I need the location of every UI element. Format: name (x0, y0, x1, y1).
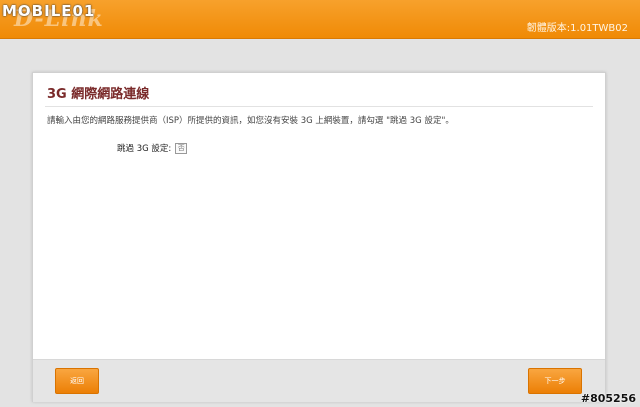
skip-3g-row: 跳過 3G 設定: 否 (117, 142, 188, 154)
wizard-footer: 返回 下一步 (33, 359, 605, 402)
back-button[interactable]: 返回 (55, 368, 99, 394)
skip-3g-checkbox[interactable]: 否 (175, 142, 188, 154)
title-divider (45, 106, 593, 107)
watermark-bottom: #805256 (580, 392, 636, 405)
firmware-version: 韌體版本:1.01TWB02 (526, 23, 628, 34)
top-header: D-Link MOBILE01 韌體版本:1.01TWB02 (0, 0, 640, 39)
watermark-top: MOBILE01 (2, 2, 96, 20)
wizard-panel: 3G 網際網路連線 請輸入由您的網路服務提供商（ISP）所提供的資訊，如您沒有安… (32, 72, 606, 402)
instructions-text: 請輸入由您的網路服務提供商（ISP）所提供的資訊，如您沒有安裝 3G 上網裝置，… (47, 116, 454, 126)
skip-3g-label: 跳過 3G 設定: (117, 144, 172, 154)
page-title: 3G 網際網路連線 (47, 87, 150, 102)
next-button[interactable]: 下一步 (528, 368, 582, 394)
